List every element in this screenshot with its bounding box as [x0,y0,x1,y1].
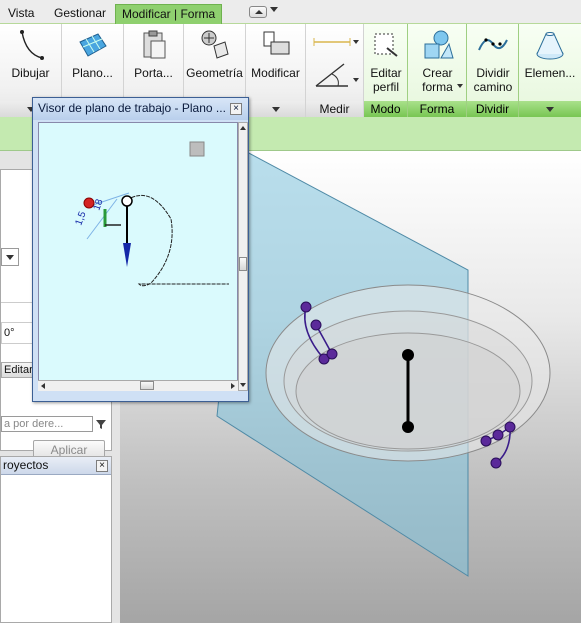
filter-field[interactable]: a por dere... [1,416,93,432]
forma-panel: Crear forma Forma [408,24,467,117]
modo-panel: Editar perfil Modo [364,24,408,117]
scroll-up-icon[interactable] [240,126,246,130]
selected-point[interactable] [121,195,133,207]
workplane-viewer-dialog: Visor de plano de trabajo - Plano ... × … [32,97,249,402]
chevron-down-icon[interactable] [457,84,463,88]
clipboard-icon [143,30,165,59]
scroll-left-icon[interactable] [41,383,45,389]
modificar-button[interactable]: Modificar [246,24,306,117]
project-browser-panel: royectos × [0,456,112,623]
profile-vertex[interactable] [300,301,312,313]
elementos-panel: Elemen... [519,24,581,117]
viewer-vertical-scrollbar[interactable] [238,122,248,391]
profile-vertex[interactable] [310,319,322,331]
chevron-down-icon[interactable] [270,7,278,12]
menu-bar: Vista Gestionar Modificar | Forma [0,0,581,25]
tab-gestionar[interactable]: Gestionar [48,4,112,24]
viewer-horizontal-scrollbar[interactable] [38,380,238,391]
draw-line-icon [19,30,44,60]
profile-curve[interactable] [126,195,229,287]
filter-icon[interactable] [94,417,108,431]
divide-path-icon [478,38,508,51]
viewer-canvas[interactable]: 1,5 18 [38,122,238,391]
profile-vertex[interactable] [480,435,492,447]
viewer-drawing: 1,5 18 [73,141,229,287]
viewcube-icon[interactable] [189,141,205,157]
profile-vertex[interactable] [492,429,504,441]
viewer-title: Visor de plano de trabajo - Plano ... [38,101,226,115]
profile-vertex[interactable] [490,457,502,469]
medir-panel: Medir [306,24,364,117]
axis-endpoint[interactable] [402,349,414,361]
modify-icon [263,31,289,55]
tab-modificar-forma[interactable]: Modificar | Forma [115,4,223,25]
angle-dimension-icon[interactable] [312,60,352,90]
chevron-down-icon[interactable] [353,78,359,82]
project-browser-title: royectos [1,457,111,475]
geometry-icon [201,30,229,59]
elementos-panel-footer [519,101,581,117]
viewer-title-bar[interactable]: Visor de plano de trabajo - Plano ... × [33,98,248,120]
align-dimension-icon[interactable] [312,32,352,52]
profile-vertex[interactable] [326,348,338,360]
close-icon[interactable]: × [96,460,108,472]
ribbon-minimize-icon[interactable] [249,6,267,18]
scroll-thumb[interactable] [239,257,247,271]
dimension-label[interactable]: 1,5 [73,210,88,227]
create-form-icon [424,30,454,59]
close-icon[interactable]: × [230,103,242,115]
axis-endpoint[interactable] [402,421,414,433]
dividir-panel: Dividir camino Dividir [467,24,519,117]
grid-plane-icon [78,33,107,57]
modificar-panel-footer [246,101,305,117]
form-element-icon [536,32,564,60]
direction-arrow-icon[interactable] [123,243,131,267]
scroll-down-icon[interactable] [240,383,246,387]
edit-profile-icon [374,33,398,57]
tab-vista[interactable]: Vista [2,4,40,24]
scroll-right-icon[interactable] [231,383,235,389]
profile-vertex[interactable] [504,421,516,433]
type-selector[interactable] [1,248,19,266]
chevron-down-icon [6,255,14,260]
chevron-down-icon[interactable] [353,40,359,44]
scroll-thumb[interactable] [140,381,154,390]
